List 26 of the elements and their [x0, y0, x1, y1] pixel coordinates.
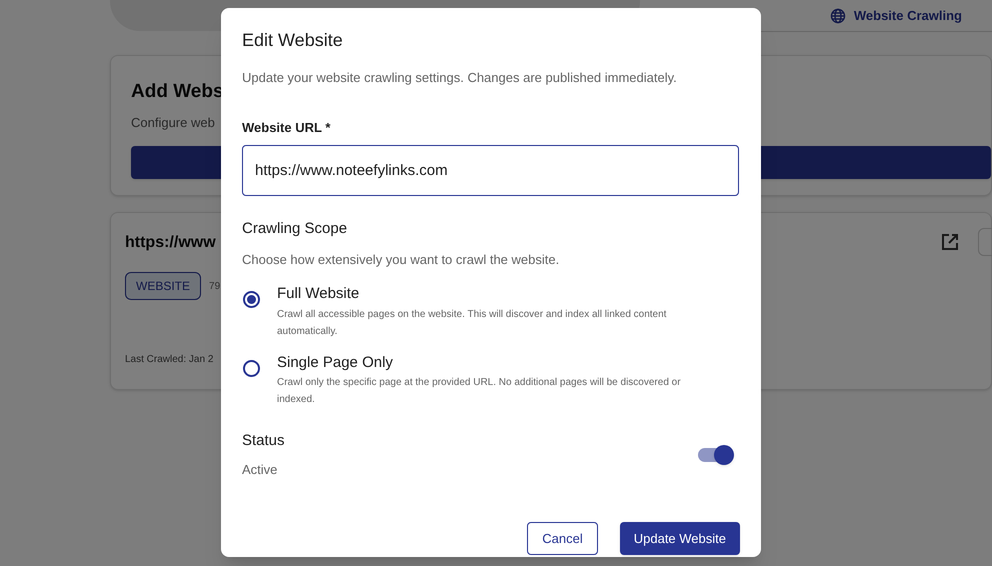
dialog-title: Edit Website	[242, 29, 344, 52]
last-crawled: Last Crawled: Jan 2	[125, 353, 214, 367]
website-title: https://www	[125, 233, 216, 253]
option-label: Single Page Only	[277, 352, 394, 372]
website-badge: WEBSITE	[125, 272, 202, 300]
radio-button[interactable]	[243, 360, 260, 376]
radio-button[interactable]	[243, 291, 260, 308]
field-label: Website URL *	[242, 118, 332, 136]
status-toggle[interactable]	[698, 444, 734, 464]
option-description: Crawl all accessible pages on the website. This will discover and index all linked content automatically.	[277, 308, 668, 338]
status-label: Status	[242, 431, 285, 451]
card-subtitle: Configure web	[131, 114, 215, 132]
option-description: Crawl only the specific page at the provided URL. No additional pages will be discovered or indexed.	[277, 376, 682, 407]
option-label: Full Website	[277, 284, 360, 304]
external-link-icon[interactable]	[941, 233, 959, 251]
cancel-button[interactable]: Cancel	[527, 522, 598, 555]
dialog-subtitle: Update your website crawling settings. Changes are published immediately.	[242, 69, 678, 87]
website-crawling-tab[interactable]: Website Crawling	[830, 6, 962, 26]
status-value: Active	[242, 460, 278, 478]
page-count: 79	[209, 280, 220, 294]
section-description: Choose how extensively you want to crawl the website.	[242, 250, 560, 269]
update-button[interactable]: Update Website	[620, 522, 740, 555]
section-title: Crawling Scope	[242, 219, 348, 239]
website-url-field[interactable]: https://www.noteefylinks.com	[242, 145, 739, 196]
card-title: Add Webs	[131, 80, 224, 104]
globe-icon	[830, 8, 846, 24]
